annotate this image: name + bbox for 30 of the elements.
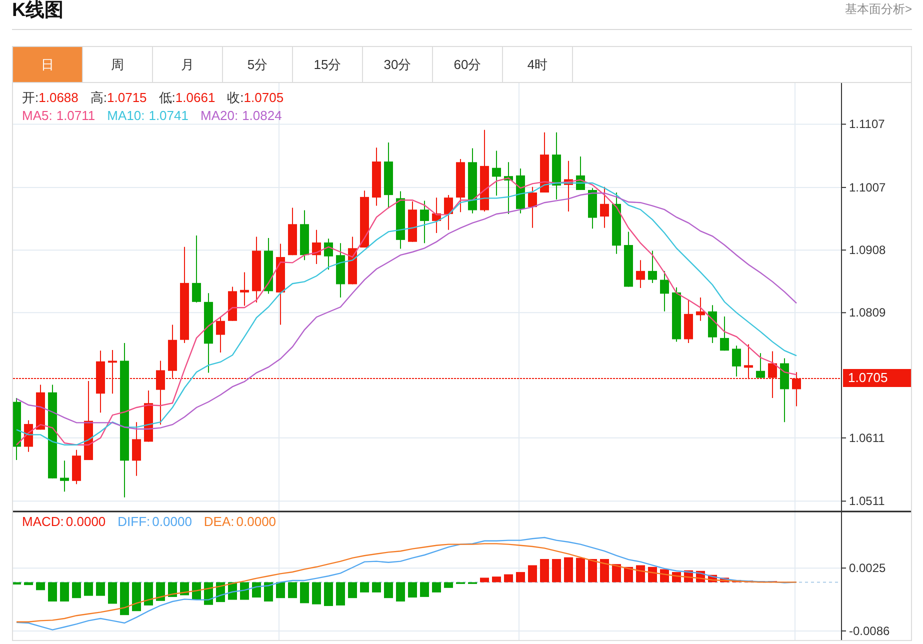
legend-value: 1.0824 bbox=[242, 108, 282, 123]
axis-label: 1.0908 bbox=[849, 243, 886, 258]
current-price-tag: 1.0705 bbox=[843, 369, 911, 388]
axis-label: 1.1107 bbox=[849, 117, 885, 132]
quote-value: 1.0661 bbox=[175, 90, 216, 105]
legend-label: MA20: bbox=[200, 108, 238, 123]
quote-label: 低: bbox=[158, 90, 176, 105]
axis-label: 1.1007 bbox=[849, 180, 886, 194]
quote-label: 收: bbox=[227, 90, 244, 105]
legend-label: MA10: bbox=[107, 108, 145, 123]
axis-label: 1.0511 bbox=[849, 494, 885, 508]
axis-label: 1.0809 bbox=[849, 306, 886, 320]
legend-value: 0.0000 bbox=[152, 514, 192, 529]
axis-label: -0.0086 bbox=[849, 624, 890, 638]
legend-value: 1.0711 bbox=[56, 108, 96, 123]
axis-label: 0.0025 bbox=[849, 561, 886, 576]
quote-value: 1.0705 bbox=[244, 90, 284, 105]
axis-label: 1.0611 bbox=[849, 430, 885, 445]
legend-label: DIFF: bbox=[118, 514, 150, 529]
legend-label: MACD: bbox=[22, 514, 64, 529]
legend-value: 0.0000 bbox=[66, 514, 106, 529]
legend-value: 0.0000 bbox=[236, 514, 276, 529]
quote-label: 高: bbox=[90, 90, 108, 105]
quote-value: 1.0688 bbox=[38, 90, 78, 105]
quote-value: 1.0715 bbox=[107, 90, 147, 105]
legend-label: DEA: bbox=[204, 514, 234, 529]
quote-label: 开: bbox=[22, 90, 39, 105]
page-title: K线图 bbox=[12, 0, 64, 22]
legend-value: 1.0741 bbox=[148, 108, 188, 123]
legend-label: MA5: bbox=[22, 108, 52, 123]
